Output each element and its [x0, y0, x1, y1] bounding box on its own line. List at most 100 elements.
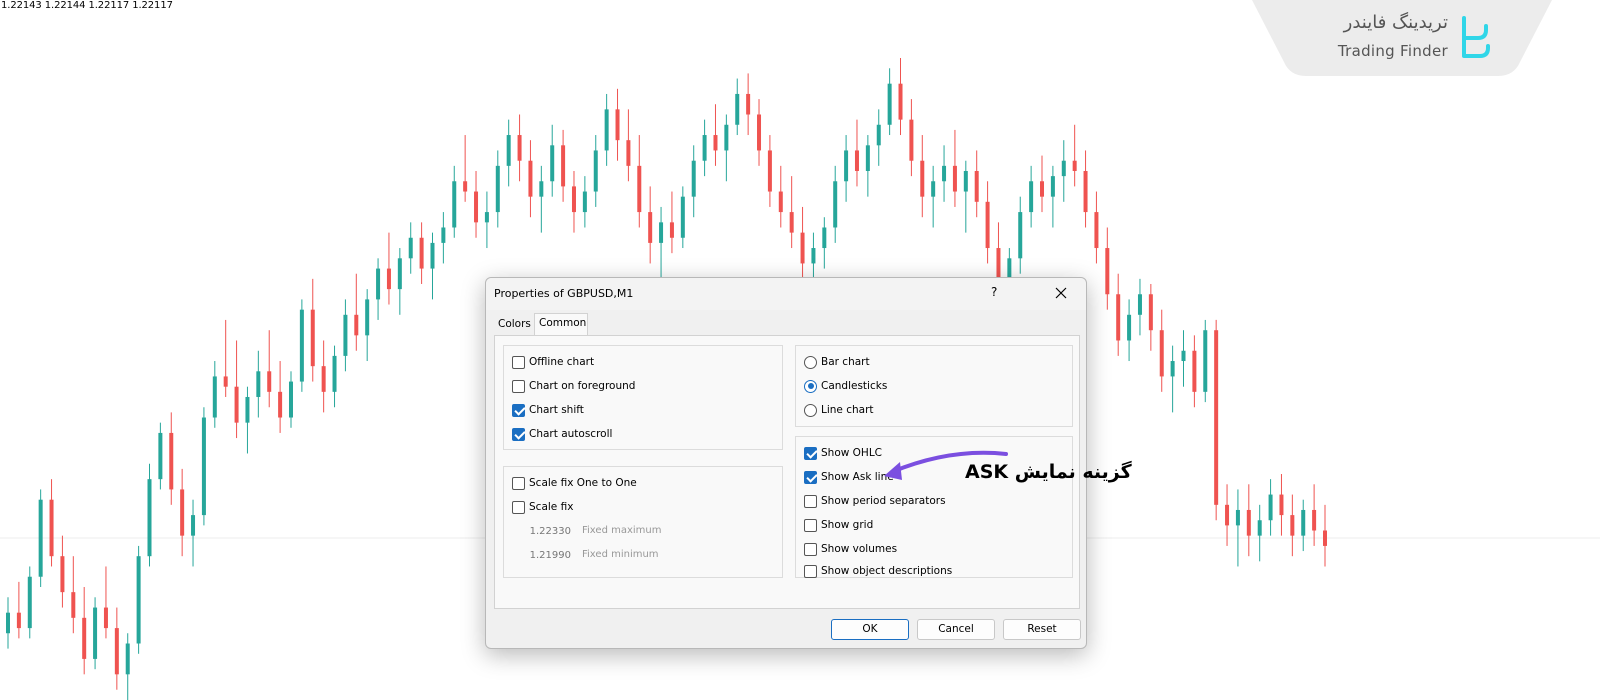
option-label: Show volumes [821, 543, 898, 555]
option-scale-fix-one-to-one[interactable]: Scale fix One to One [512, 475, 637, 491]
option-offline-chart[interactable]: Offline chart [512, 354, 594, 370]
candle-body [920, 160, 925, 197]
candle-body [1094, 212, 1099, 249]
option-show-ohlc[interactable]: Show OHLC [804, 445, 882, 461]
option-chart-shift[interactable]: Chart shift [512, 402, 584, 418]
candle [223, 319, 228, 397]
candle-body [1301, 509, 1306, 536]
candle-body [1018, 212, 1023, 259]
candle-body [626, 140, 631, 166]
radio-candlesticks[interactable] [804, 379, 817, 393]
checkbox-scale-fix[interactable] [512, 500, 525, 514]
candle-body [876, 124, 881, 146]
candle-body [615, 109, 620, 141]
checkbox-show-grid[interactable] [804, 518, 817, 532]
option-label: Show OHLC [821, 447, 883, 459]
option-candlesticks[interactable]: Candlesticks [804, 378, 887, 394]
radio-line-chart[interactable] [804, 403, 817, 417]
tab-common[interactable]: Common [534, 313, 588, 335]
checkbox-offline-chart[interactable] [512, 355, 525, 369]
candle [365, 289, 370, 362]
candle-body [343, 314, 348, 356]
checkbox-show-period-separators[interactable] [804, 494, 817, 508]
radio-bar-chart[interactable] [804, 355, 817, 369]
candle [539, 165, 544, 233]
option-show-object-descriptions[interactable]: Show object descriptions [804, 563, 952, 579]
candle [844, 135, 849, 202]
option-show-grid[interactable]: Show grid [804, 517, 873, 533]
candle [1214, 319, 1219, 521]
checkbox-chart-autoscroll[interactable] [512, 427, 525, 441]
option-scale-fix[interactable]: Scale fix [512, 499, 573, 515]
candle [952, 129, 957, 207]
option-label: Line chart [821, 404, 874, 416]
option-chart-autoscroll[interactable]: Chart autoscroll [512, 426, 612, 442]
checkbox-chart-on-foreground[interactable] [512, 379, 525, 393]
candle [82, 587, 87, 675]
candle-body [6, 612, 10, 634]
candle-body [898, 83, 903, 120]
candle-body [1170, 361, 1175, 377]
candle-body [495, 165, 500, 213]
reset-button[interactable]: Reset [1003, 619, 1081, 640]
checkbox-chart-shift[interactable] [512, 403, 525, 417]
candle-body [789, 212, 794, 233]
option-line-chart[interactable]: Line chart [804, 402, 874, 418]
option-bar-chart[interactable]: Bar chart [804, 354, 870, 370]
candle [669, 191, 674, 254]
candle [212, 361, 217, 428]
candle-body [561, 145, 566, 187]
candle-body [517, 135, 522, 161]
close-icon[interactable] [1052, 284, 1070, 302]
candle-body [909, 119, 914, 161]
checkbox-show-ask-line[interactable] [804, 470, 817, 484]
candle-body [1029, 181, 1034, 213]
chart-type-group: Bar chart Candlesticks Line chart [795, 345, 1073, 427]
candle-body [865, 145, 870, 171]
candle [1127, 299, 1132, 362]
candle [1083, 150, 1088, 228]
candle-body [735, 93, 740, 125]
option-label: Chart autoscroll [529, 428, 613, 440]
option-label: Show period separators [821, 495, 946, 507]
help-button[interactable]: ? [991, 285, 997, 299]
candle-body [267, 371, 272, 392]
candle [637, 135, 642, 228]
candle [386, 232, 391, 305]
candle [561, 129, 566, 202]
candle-body [38, 499, 43, 577]
option-chart-on-foreground[interactable]: Chart on foreground [512, 378, 635, 394]
candle [1116, 273, 1121, 356]
checkbox-scale-fix-one-to-one[interactable] [512, 476, 525, 490]
fixed-maximum-input[interactable] [512, 523, 574, 539]
candle-body [1257, 520, 1262, 536]
candle-body [1061, 160, 1066, 177]
candle [310, 278, 315, 382]
candle-body [604, 109, 609, 151]
candle [16, 581, 21, 639]
candle [1312, 484, 1317, 546]
candle-body [539, 181, 544, 197]
candle-body [321, 366, 326, 392]
candle [1235, 489, 1240, 567]
ok-button[interactable]: OK [831, 619, 909, 640]
candle-body [713, 135, 718, 151]
candle [659, 206, 664, 279]
checkbox-show-object-descriptions[interactable] [804, 564, 817, 578]
fixed-minimum-input[interactable] [512, 547, 574, 563]
candle [201, 407, 206, 526]
candle-body [147, 479, 152, 557]
option-show-period-separators[interactable]: Show period separators [804, 493, 946, 509]
candle-body [680, 196, 685, 238]
candle-body [27, 576, 32, 629]
tab-colors[interactable]: Colors [494, 315, 534, 334]
option-show-volumes[interactable]: Show volumes [804, 541, 897, 557]
candle-body [996, 248, 1001, 279]
chart-options-group: Offline chart Chart on foreground Chart … [503, 345, 783, 450]
checkbox-show-volumes[interactable] [804, 542, 817, 556]
cancel-button[interactable]: Cancel [917, 619, 995, 640]
candle [909, 99, 914, 177]
checkbox-show-ohlc[interactable] [804, 446, 817, 460]
candle-body [49, 499, 54, 557]
candle [6, 597, 10, 649]
